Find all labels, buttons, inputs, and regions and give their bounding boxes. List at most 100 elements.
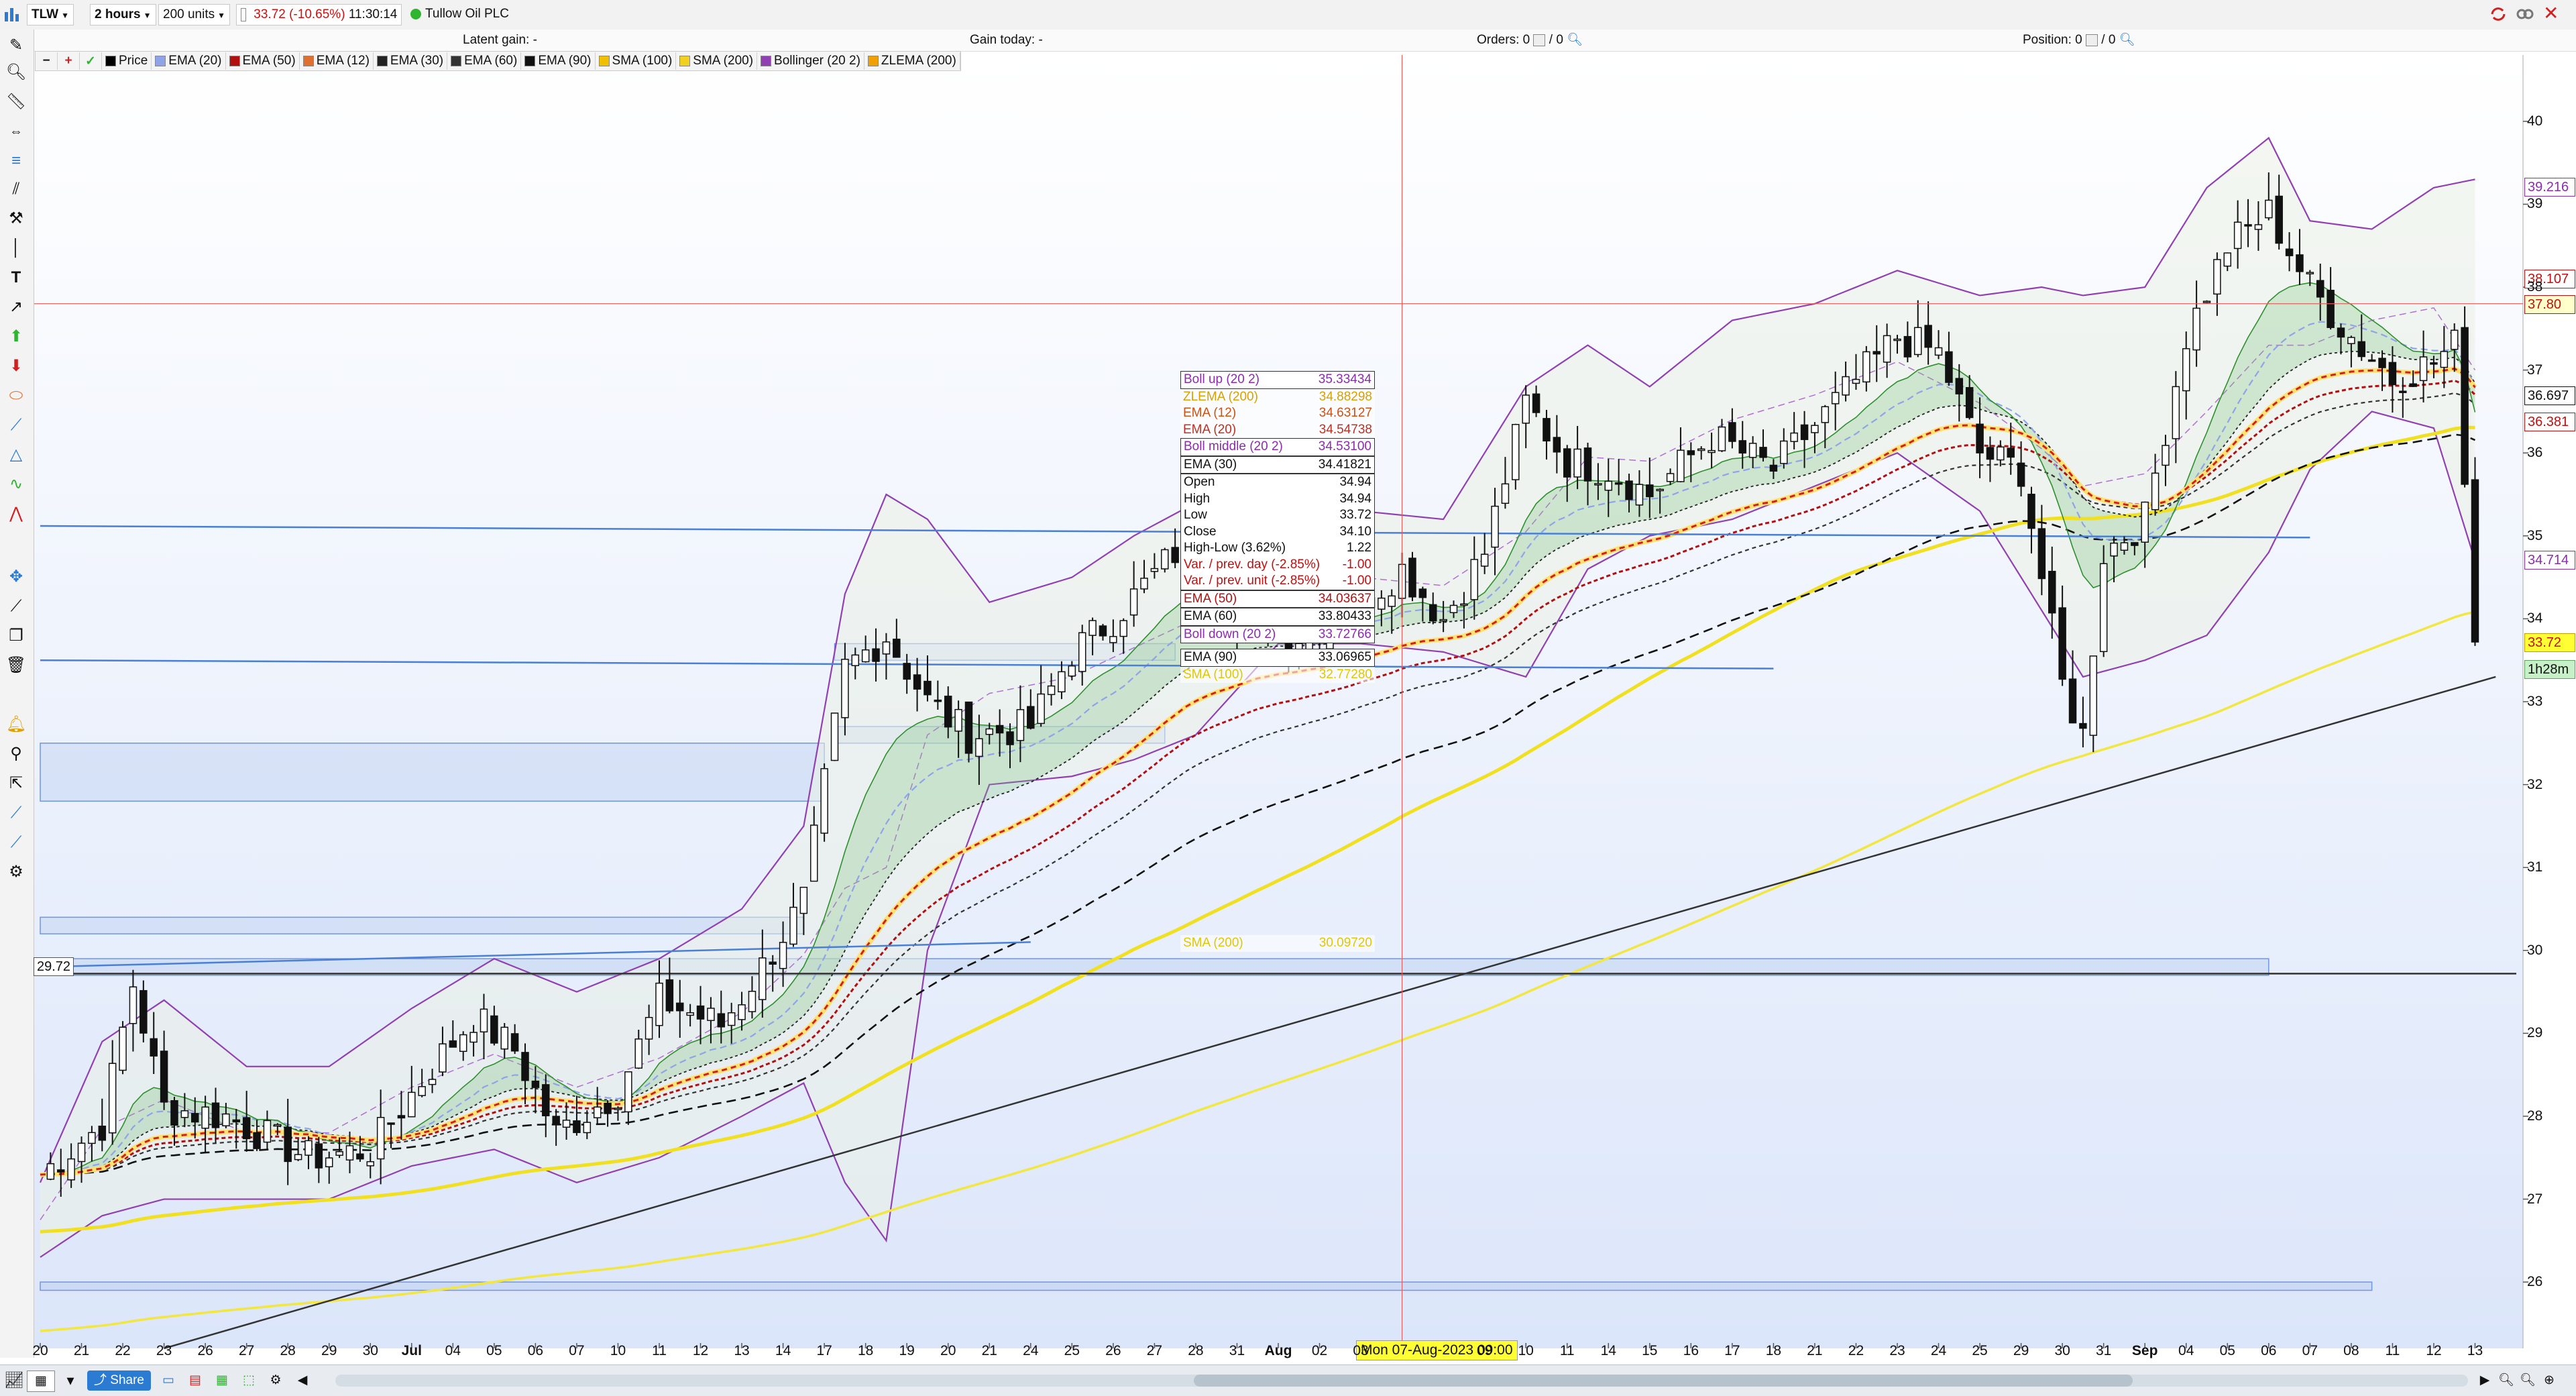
chevron-down-icon[interactable]: ▾	[60, 1371, 80, 1391]
layout-icon[interactable]: ▦	[27, 1371, 55, 1392]
excel-icon[interactable]: ▦	[212, 1371, 232, 1391]
shape-icon[interactable]: ⬭	[5, 385, 27, 407]
candle-body	[913, 674, 921, 690]
candle-body	[1728, 422, 1736, 442]
candle-body	[1635, 484, 1644, 506]
orders-toggle-icon[interactable]	[1533, 34, 1546, 46]
legend-swatch	[679, 56, 691, 66]
buy-arrow-icon[interactable]: ⬆	[5, 326, 27, 347]
candle-body	[1583, 447, 1592, 482]
line-icon[interactable]: ⟋	[5, 596, 27, 617]
indicator-legend: − + ✓ Price EMA (20) EMA (50) EMA (12) EMA (…	[35, 51, 961, 71]
x-tick-label: 09	[1476, 1343, 1493, 1358]
candle-body	[2265, 199, 2273, 219]
legend-item[interactable]: EMA (90)	[521, 52, 596, 70]
scroll-left-icon[interactable]: ◀	[292, 1371, 313, 1391]
candle-body	[500, 1026, 508, 1050]
legend-item[interactable]: SMA (200)	[676, 52, 758, 70]
pencil-icon[interactable]: ✎	[5, 35, 27, 56]
ruler-icon[interactable]: 📏︎	[5, 91, 27, 113]
alert-icon[interactable]: 🔔︎	[5, 714, 27, 735]
tooltip-label: SMA (100)	[1183, 667, 1243, 682]
zoom-in-icon[interactable]: 🔍︎	[2518, 1371, 2538, 1391]
wave-icon[interactable]: ∿	[5, 474, 27, 495]
measure-icon[interactable]: ⇔	[5, 121, 27, 142]
interval-dropdown[interactable]: 2 hours ▼	[90, 4, 156, 25]
candle-body	[2388, 362, 2397, 386]
settings-icon[interactable]: ⚙	[266, 1371, 286, 1391]
triangle-icon[interactable]: △	[5, 444, 27, 466]
legend-label: Bollinger (20 2)	[774, 54, 860, 68]
legend-item[interactable]: EMA (30)	[374, 52, 448, 70]
pattern-icon[interactable]: ⟋	[5, 415, 27, 436]
screen-icon[interactable]: ▭	[158, 1371, 178, 1391]
confirm-icon[interactable]: ✓	[80, 52, 102, 70]
calendar-icon[interactable]: ▤	[185, 1371, 205, 1391]
x-tick-label: Aug	[1264, 1343, 1292, 1358]
x-tick-label: 24	[1930, 1343, 1947, 1358]
chevron-down-icon: ▼	[143, 11, 152, 20]
search-icon[interactable]: 🔍︎	[1567, 33, 1583, 47]
tool-icon[interactable]: ⚒	[5, 208, 27, 229]
candle-body	[366, 1161, 375, 1167]
candle-body	[1150, 568, 1159, 572]
legend-item[interactable]: Bollinger (20 2)	[757, 52, 864, 70]
position-toggle-icon[interactable]	[2086, 34, 2098, 46]
legend-item[interactable]: EMA (60)	[447, 52, 522, 70]
text-icon[interactable]: T	[5, 267, 27, 288]
units-dropdown[interactable]: 200 units ▼	[158, 4, 231, 25]
tooltip-value: 35.33434	[1318, 372, 1371, 386]
close-icon[interactable]: ✕	[2543, 4, 2559, 24]
zoom-out-icon[interactable]: 🔍︎	[2496, 1371, 2516, 1391]
channel-icon[interactable]: ⫽	[5, 178, 27, 200]
legend-label: EMA (50)	[242, 54, 296, 68]
candle-body	[2192, 307, 2200, 351]
chart-type-icon[interactable]: 📈︎	[4, 1371, 24, 1391]
scroll-right-icon[interactable]: ▶	[2475, 1371, 2495, 1391]
candle-body	[1614, 482, 1623, 485]
brush-icon[interactable]: ⟋	[5, 802, 27, 824]
price-chart[interactable]	[0, 0, 2576, 1395]
highlighter-icon[interactable]: ⟋	[5, 832, 27, 853]
vertical-line-icon[interactable]: │	[5, 237, 27, 259]
move-icon[interactable]: ✥	[5, 566, 27, 588]
candle-body	[1986, 447, 1995, 460]
legend-item[interactable]: EMA (50)	[226, 52, 300, 70]
legend-item[interactable]: ZLEMA (200)	[864, 52, 960, 70]
candle-body	[1512, 424, 1520, 480]
magnet-icon[interactable]: ⚲	[5, 743, 27, 765]
sell-arrow-icon[interactable]: ⬇	[5, 356, 27, 377]
link-icon[interactable]	[2515, 4, 2535, 24]
legend-item[interactable]: Price	[102, 52, 152, 70]
zoom-icon[interactable]: 🔍︎	[5, 62, 27, 83]
legend-item[interactable]: EMA (20)	[152, 52, 226, 70]
minus-button[interactable]: −	[36, 52, 58, 70]
settings-icon[interactable]: ⚙	[5, 861, 27, 883]
x-tick-label: 29	[321, 1343, 337, 1358]
sma200-tooltip: SMA (200) 30.09720	[1180, 935, 1375, 952]
tooltip-label: EMA (30)	[1184, 457, 1237, 472]
arrow-icon[interactable]: ↗	[5, 297, 27, 318]
x-tick-label: 20	[32, 1343, 48, 1358]
trash-icon[interactable]: 🗑︎	[5, 655, 27, 676]
scrollbar-thumb[interactable]	[1194, 1375, 2133, 1387]
candle-body	[1522, 394, 1530, 424]
candle-body	[1418, 588, 1427, 598]
candle-body	[459, 1034, 467, 1053]
zoom-reset-icon[interactable]: ⊕	[2539, 1371, 2559, 1391]
candle-body	[108, 1063, 117, 1134]
share-button[interactable]: ⤴ Share	[87, 1371, 151, 1391]
symbol-dropdown[interactable]: TLW ▼	[27, 4, 74, 25]
export-icon[interactable]: ⬚	[239, 1371, 259, 1391]
candle-body	[717, 1013, 726, 1028]
legend-item[interactable]: EMA (12)	[300, 52, 374, 70]
legend-label: EMA (90)	[538, 54, 592, 68]
legend-item[interactable]: SMA (100)	[596, 52, 677, 70]
add-indicator-button[interactable]: +	[58, 52, 80, 70]
cursor-icon[interactable]: ⇱	[5, 773, 27, 794]
zigzag-icon[interactable]: ⋀	[5, 503, 27, 525]
search-icon[interactable]: 🔍︎	[2119, 33, 2135, 47]
sync-icon[interactable]	[2488, 4, 2508, 24]
copy-icon[interactable]: ❐	[5, 625, 27, 647]
fibonacci-icon[interactable]: ≡	[5, 150, 27, 172]
